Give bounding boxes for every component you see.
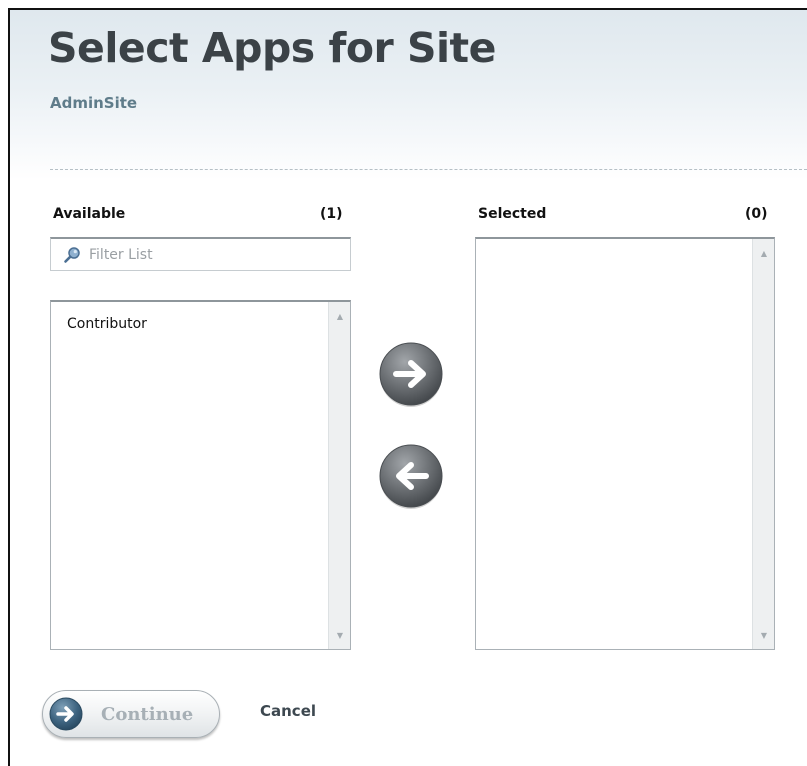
add-selected-button[interactable] bbox=[377, 340, 445, 408]
cancel-link[interactable]: Cancel bbox=[260, 702, 316, 720]
arrow-right-circle-icon bbox=[49, 697, 83, 731]
continue-label: Continue bbox=[101, 703, 194, 725]
selected-count: (0) bbox=[745, 206, 768, 222]
arrow-left-icon bbox=[379, 444, 443, 509]
site-name: AdminSite bbox=[50, 94, 138, 112]
remove-selected-button[interactable] bbox=[377, 442, 445, 510]
filter-list-field[interactable] bbox=[50, 237, 351, 271]
available-label: Available bbox=[53, 206, 126, 222]
filter-list-input[interactable] bbox=[89, 246, 329, 263]
selected-label: Selected bbox=[478, 206, 547, 222]
scroll-up-arrow-icon[interactable]: ▲ bbox=[753, 245, 775, 261]
page-title: Select Apps for Site bbox=[48, 24, 496, 72]
available-scrollbar[interactable]: ▲ ▼ bbox=[328, 302, 350, 649]
list-item[interactable]: Contributor bbox=[67, 316, 147, 332]
selected-listbox[interactable]: ▲ ▼ bbox=[475, 237, 775, 650]
arrow-right-icon bbox=[379, 342, 443, 407]
header-divider bbox=[50, 169, 807, 170]
dialog-frame: Select Apps for Site AdminSite Available… bbox=[8, 8, 807, 766]
scroll-up-arrow-icon[interactable]: ▲ bbox=[329, 308, 351, 324]
search-icon bbox=[63, 246, 81, 264]
continue-button[interactable]: Continue bbox=[42, 690, 220, 738]
scroll-down-arrow-icon[interactable]: ▼ bbox=[753, 627, 775, 643]
available-count: (1) bbox=[320, 206, 343, 222]
selected-scrollbar[interactable]: ▲ ▼ bbox=[752, 239, 774, 649]
scroll-down-arrow-icon[interactable]: ▼ bbox=[329, 627, 351, 643]
available-listbox[interactable]: Contributor ▲ ▼ bbox=[50, 300, 351, 650]
